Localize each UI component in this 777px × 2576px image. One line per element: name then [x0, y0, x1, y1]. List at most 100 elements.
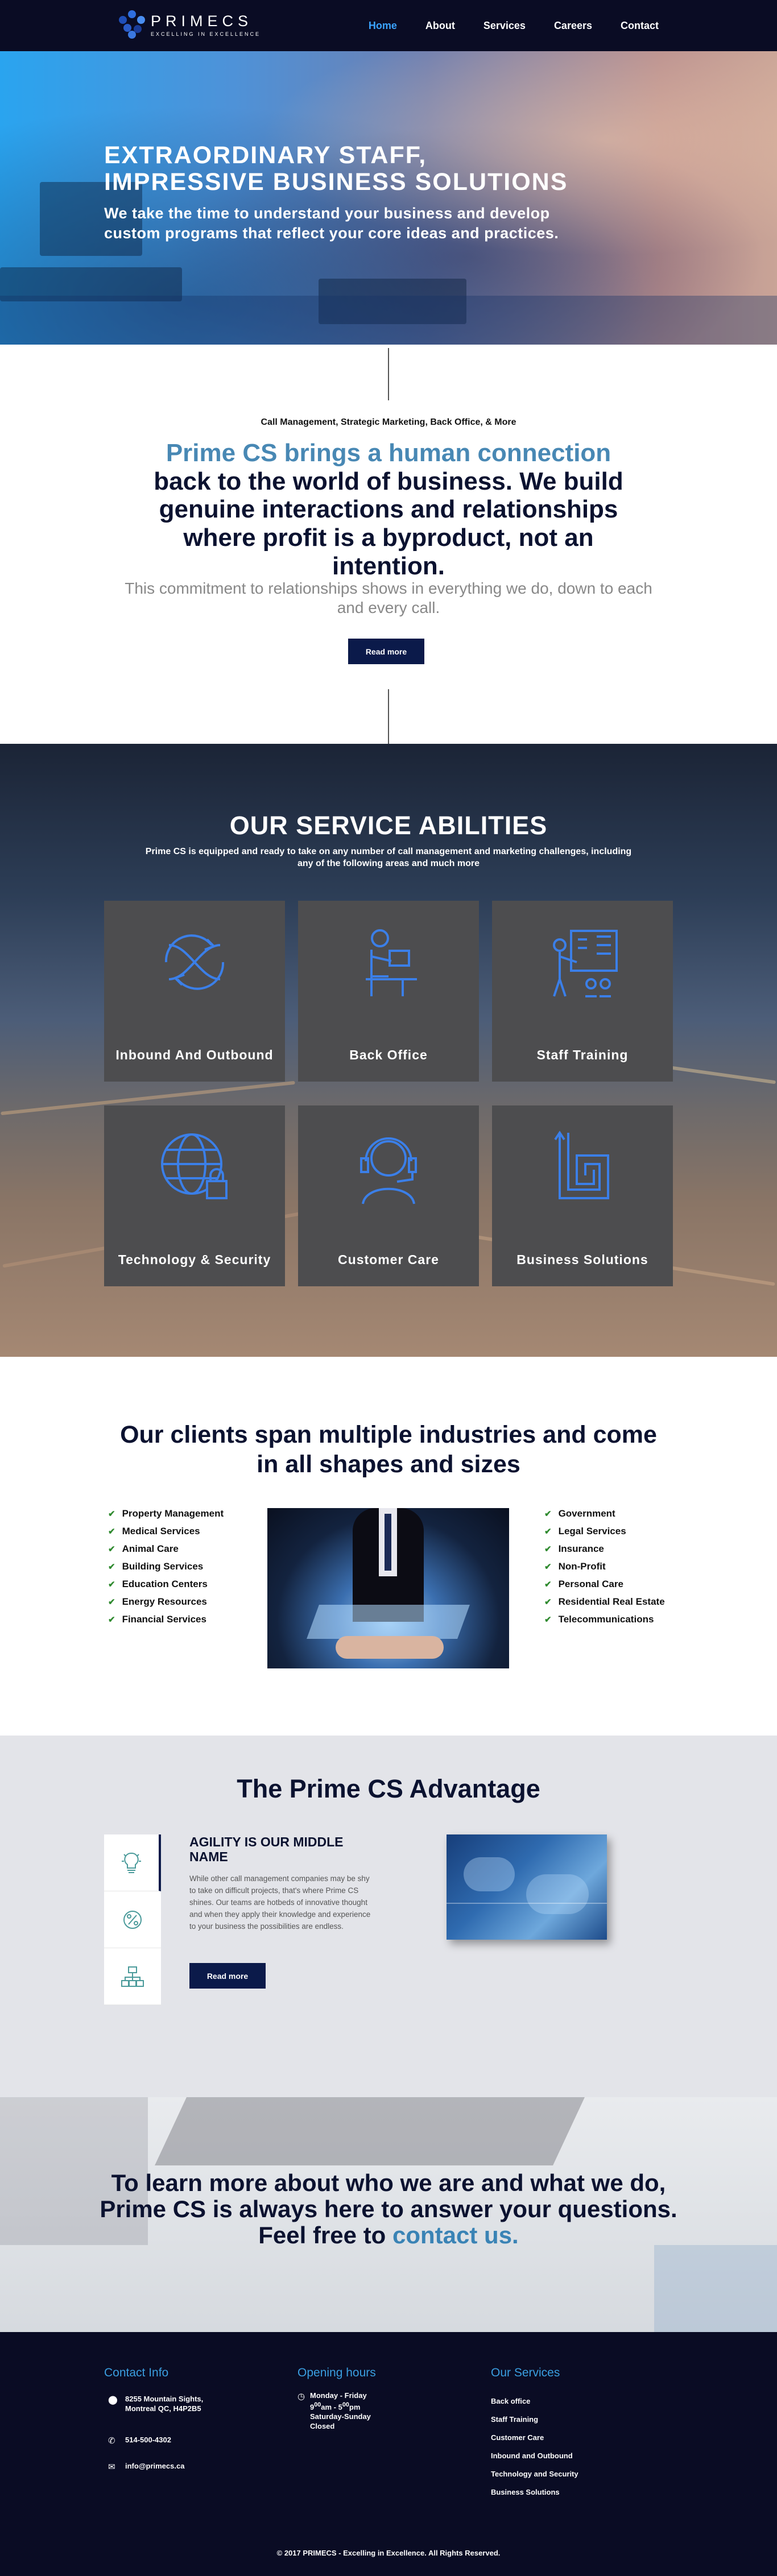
footer-service-link[interactable]: Business Solutions — [491, 2488, 560, 2496]
footer-phone[interactable]: ✆ 514-500-4302 — [108, 2436, 171, 2446]
clients-heading: Our clients span multiple industries and… — [120, 1421, 657, 1478]
advantage-item-title: AGILITY IS OUR MIDDLE NAME — [189, 1834, 344, 1865]
footer-hours-title: Opening hours — [297, 2366, 376, 2379]
list-item: ✔ Telecommunications — [544, 1613, 654, 1625]
services-title: OUR SERVICE ABILITIES — [229, 811, 548, 840]
list-item: ✔ Financial Services — [108, 1613, 206, 1625]
advantage-section: The Prime CS Advantage AGILITY IS OUR MI… — [0, 1736, 777, 2097]
advantage-title: The Prime CS Advantage — [237, 1774, 540, 1803]
hero-banner: EXTRAORDINARY STAFF, IMPRESSIVE BUSINESS… — [0, 51, 777, 345]
footer-address: ⬤ 8255 Mountain Sights, Montreal QC, H4P… — [108, 2395, 204, 2413]
intro-heading-highlight: Prime CS brings a human connection — [166, 439, 611, 467]
clients-image — [267, 1508, 509, 1668]
footer-services-title: Our Services — [491, 2366, 560, 2379]
check-icon: ✔ — [544, 1597, 552, 1607]
logo-tagline: EXCELLING IN EXCELLENCE — [151, 31, 261, 37]
check-icon: ✔ — [108, 1579, 115, 1589]
lightbulb-icon — [122, 1852, 141, 1873]
intro-heading-rest: back to the world of business. We build … — [154, 467, 623, 580]
clients-list-right: ✔ Government ✔ Legal Services ✔ Insurance ✔… — [544, 1505, 665, 1628]
desk-person-icon — [366, 929, 417, 996]
services-text: Prime CS is equipped and ready to take o… — [145, 847, 632, 868]
footer-service-link[interactable]: Staff Training — [491, 2415, 538, 2424]
list-item: ✔ Government — [544, 1508, 615, 1519]
footer-email[interactable]: ✉ info@primecs.ca — [108, 2462, 184, 2472]
check-icon: ✔ — [544, 1544, 552, 1554]
check-icon: ✔ — [108, 1614, 115, 1625]
nav-contact[interactable]: Contact — [621, 20, 659, 32]
check-icon: ✔ — [108, 1597, 115, 1607]
service-card-label: Technology & Security — [118, 1252, 271, 1267]
read-more-button[interactable]: Read more — [189, 1963, 266, 1989]
check-icon: ✔ — [108, 1509, 115, 1519]
footer-service-link[interactable]: Customer Care — [491, 2433, 544, 2442]
hero-title: EXTRAORDINARY STAFF, IMPRESSIVE BUSINESS… — [104, 142, 568, 196]
footer-service-link[interactable]: Inbound and Outbound — [491, 2451, 573, 2460]
list-item: ✔ Legal Services — [544, 1525, 626, 1537]
list-item: ✔ Animal Care — [108, 1543, 179, 1554]
tab-agility[interactable] — [104, 1834, 161, 1891]
tab-structure[interactable] — [104, 1948, 161, 2005]
nav-home[interactable]: Home — [369, 20, 397, 32]
list-item: ✔ Non-Profit — [544, 1560, 606, 1572]
contact-band-text: To learn more about who we are and what … — [100, 2169, 677, 2249]
intro-paragraph: This commitment to relationships shows i… — [125, 579, 652, 616]
nav-services[interactable]: Services — [483, 20, 526, 32]
divider-line — [388, 689, 389, 744]
footer-hours: ◷ Monday - Friday 900am - 500pm Saturday… — [297, 2391, 371, 2430]
hierarchy-icon — [121, 1966, 144, 1987]
contact-us-link[interactable]: contact us. — [392, 2222, 519, 2248]
arrows-cycle-icon — [164, 934, 225, 990]
footer-service-link[interactable]: Back office — [491, 2397, 530, 2405]
check-icon: ✔ — [544, 1526, 552, 1537]
service-card-label: Inbound And Outbound — [115, 1047, 274, 1062]
globe-lock-icon — [161, 1133, 228, 1199]
list-item: ✔ Energy Resources — [108, 1596, 207, 1607]
advantage-image — [447, 1834, 607, 1940]
list-item: ✔ Education Centers — [108, 1578, 208, 1589]
check-icon: ✔ — [544, 1614, 552, 1625]
headset-icon — [360, 1137, 417, 1204]
advantage-item-text: While other call management companies ma… — [189, 1874, 371, 1931]
service-card-business-solutions[interactable]: Business Solutions — [492, 1105, 673, 1286]
clock-icon: ◷ — [297, 2392, 305, 2401]
check-icon: ✔ — [544, 1509, 552, 1519]
service-card-customer-care[interactable]: Customer Care — [298, 1105, 479, 1286]
service-card-technology-security[interactable]: Technology & Security — [104, 1105, 285, 1286]
service-card-inbound-outbound[interactable]: Inbound And Outbound — [104, 901, 285, 1082]
tab-pricing[interactable] — [104, 1891, 161, 1948]
nav-careers[interactable]: Careers — [554, 20, 592, 32]
contact-band: To learn more about who we are and what … — [0, 2097, 777, 2332]
service-card-back-office[interactable]: Back Office — [298, 901, 479, 1082]
footer: Contact Info ⬤ 8255 Mountain Sights, Mon… — [0, 2332, 777, 2576]
nav-about[interactable]: About — [425, 20, 455, 32]
nav-links: Home About Services Careers Contact — [369, 0, 659, 51]
envelope-icon: ✉ — [108, 2462, 115, 2472]
hero-text: We take the time to understand your busi… — [104, 205, 559, 242]
logo-mark-icon — [117, 9, 147, 40]
service-card-label: Staff Training — [536, 1047, 629, 1062]
check-icon: ✔ — [108, 1544, 115, 1554]
check-icon: ✔ — [544, 1579, 552, 1589]
list-item: ✔ Building Services — [108, 1560, 204, 1572]
copyright: © 2017 PRIMECS - Excelling in Excellence… — [276, 2549, 501, 2557]
footer-service-link[interactable]: Technology and Security — [491, 2470, 578, 2478]
top-navigation: PRIMECS EXCELLING IN EXCELLENCE Home Abo… — [0, 0, 777, 51]
percent-icon — [123, 1910, 142, 1929]
intro-heading: Prime CS brings a human connection back … — [137, 439, 640, 581]
list-item: ✔ Personal Care — [544, 1578, 623, 1589]
check-icon: ✔ — [544, 1562, 552, 1572]
services-section: OUR SERVICE ABILITIES Prime CS is equipp… — [0, 744, 777, 1357]
list-item: ✔ Insurance — [544, 1543, 604, 1554]
list-item: ✔ Property Management — [108, 1508, 224, 1519]
service-card-label: Back Office — [349, 1047, 428, 1062]
logo-name: PRIMECS — [151, 12, 253, 30]
divider-line — [388, 348, 389, 400]
check-icon: ✔ — [108, 1526, 115, 1537]
footer-contact-title: Contact Info — [104, 2366, 169, 2379]
list-item: ✔ Residential Real Estate — [544, 1596, 665, 1607]
read-more-button[interactable]: Read more — [348, 639, 424, 664]
service-card-label: Business Solutions — [516, 1252, 648, 1267]
logo[interactable]: PRIMECS EXCELLING IN EXCELLENCE — [117, 9, 261, 40]
service-card-staff-training[interactable]: Staff Training — [492, 901, 673, 1082]
